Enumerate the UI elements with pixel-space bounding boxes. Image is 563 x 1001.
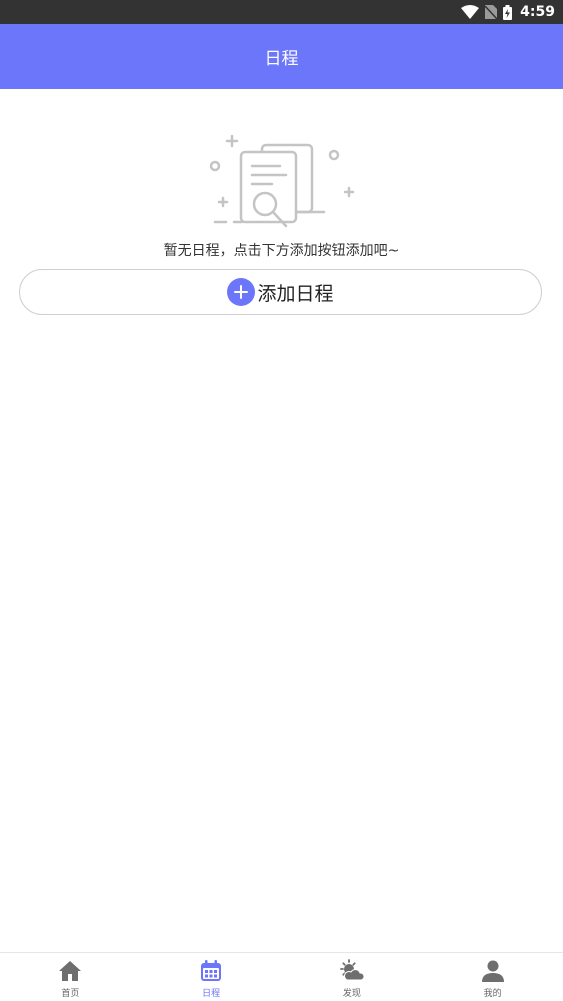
wifi-icon [461,5,480,19]
nav-item-discover[interactable]: 发现 [282,953,423,1001]
nav-label-profile: 我的 [483,989,502,999]
add-schedule-button[interactable]: 添加日程 [19,269,542,315]
nav-item-schedule[interactable]: 日程 [141,953,282,1001]
person-icon [481,960,504,982]
bottom-nav: 首页 日程 发现 我的 [0,952,563,1001]
status-time: 4:59 [520,4,555,20]
nav-label-home: 首页 [61,989,80,999]
nav-label-discover: 发现 [342,989,361,999]
app-bar: 日程 [0,24,563,89]
nav-item-profile[interactable]: 我的 [422,953,563,1001]
status-bar: 4:59 [0,0,563,24]
nav-item-home[interactable]: 首页 [0,953,141,1001]
status-icons: 4:59 [461,0,555,24]
add-schedule-label: 添加日程 [257,282,334,305]
no-sim-icon [485,5,498,19]
nav-label-schedule: 日程 [202,989,221,999]
home-icon [59,961,82,981]
calendar-icon [201,960,222,981]
battery-charging-icon [503,4,513,20]
page-title: 日程 [264,49,299,69]
empty-state-message: 暂无日程，点击下方添加按钮添加吧~ [163,243,400,259]
document-search-icon [209,134,355,228]
plus-icon [227,278,256,306]
weather-icon [339,959,364,981]
